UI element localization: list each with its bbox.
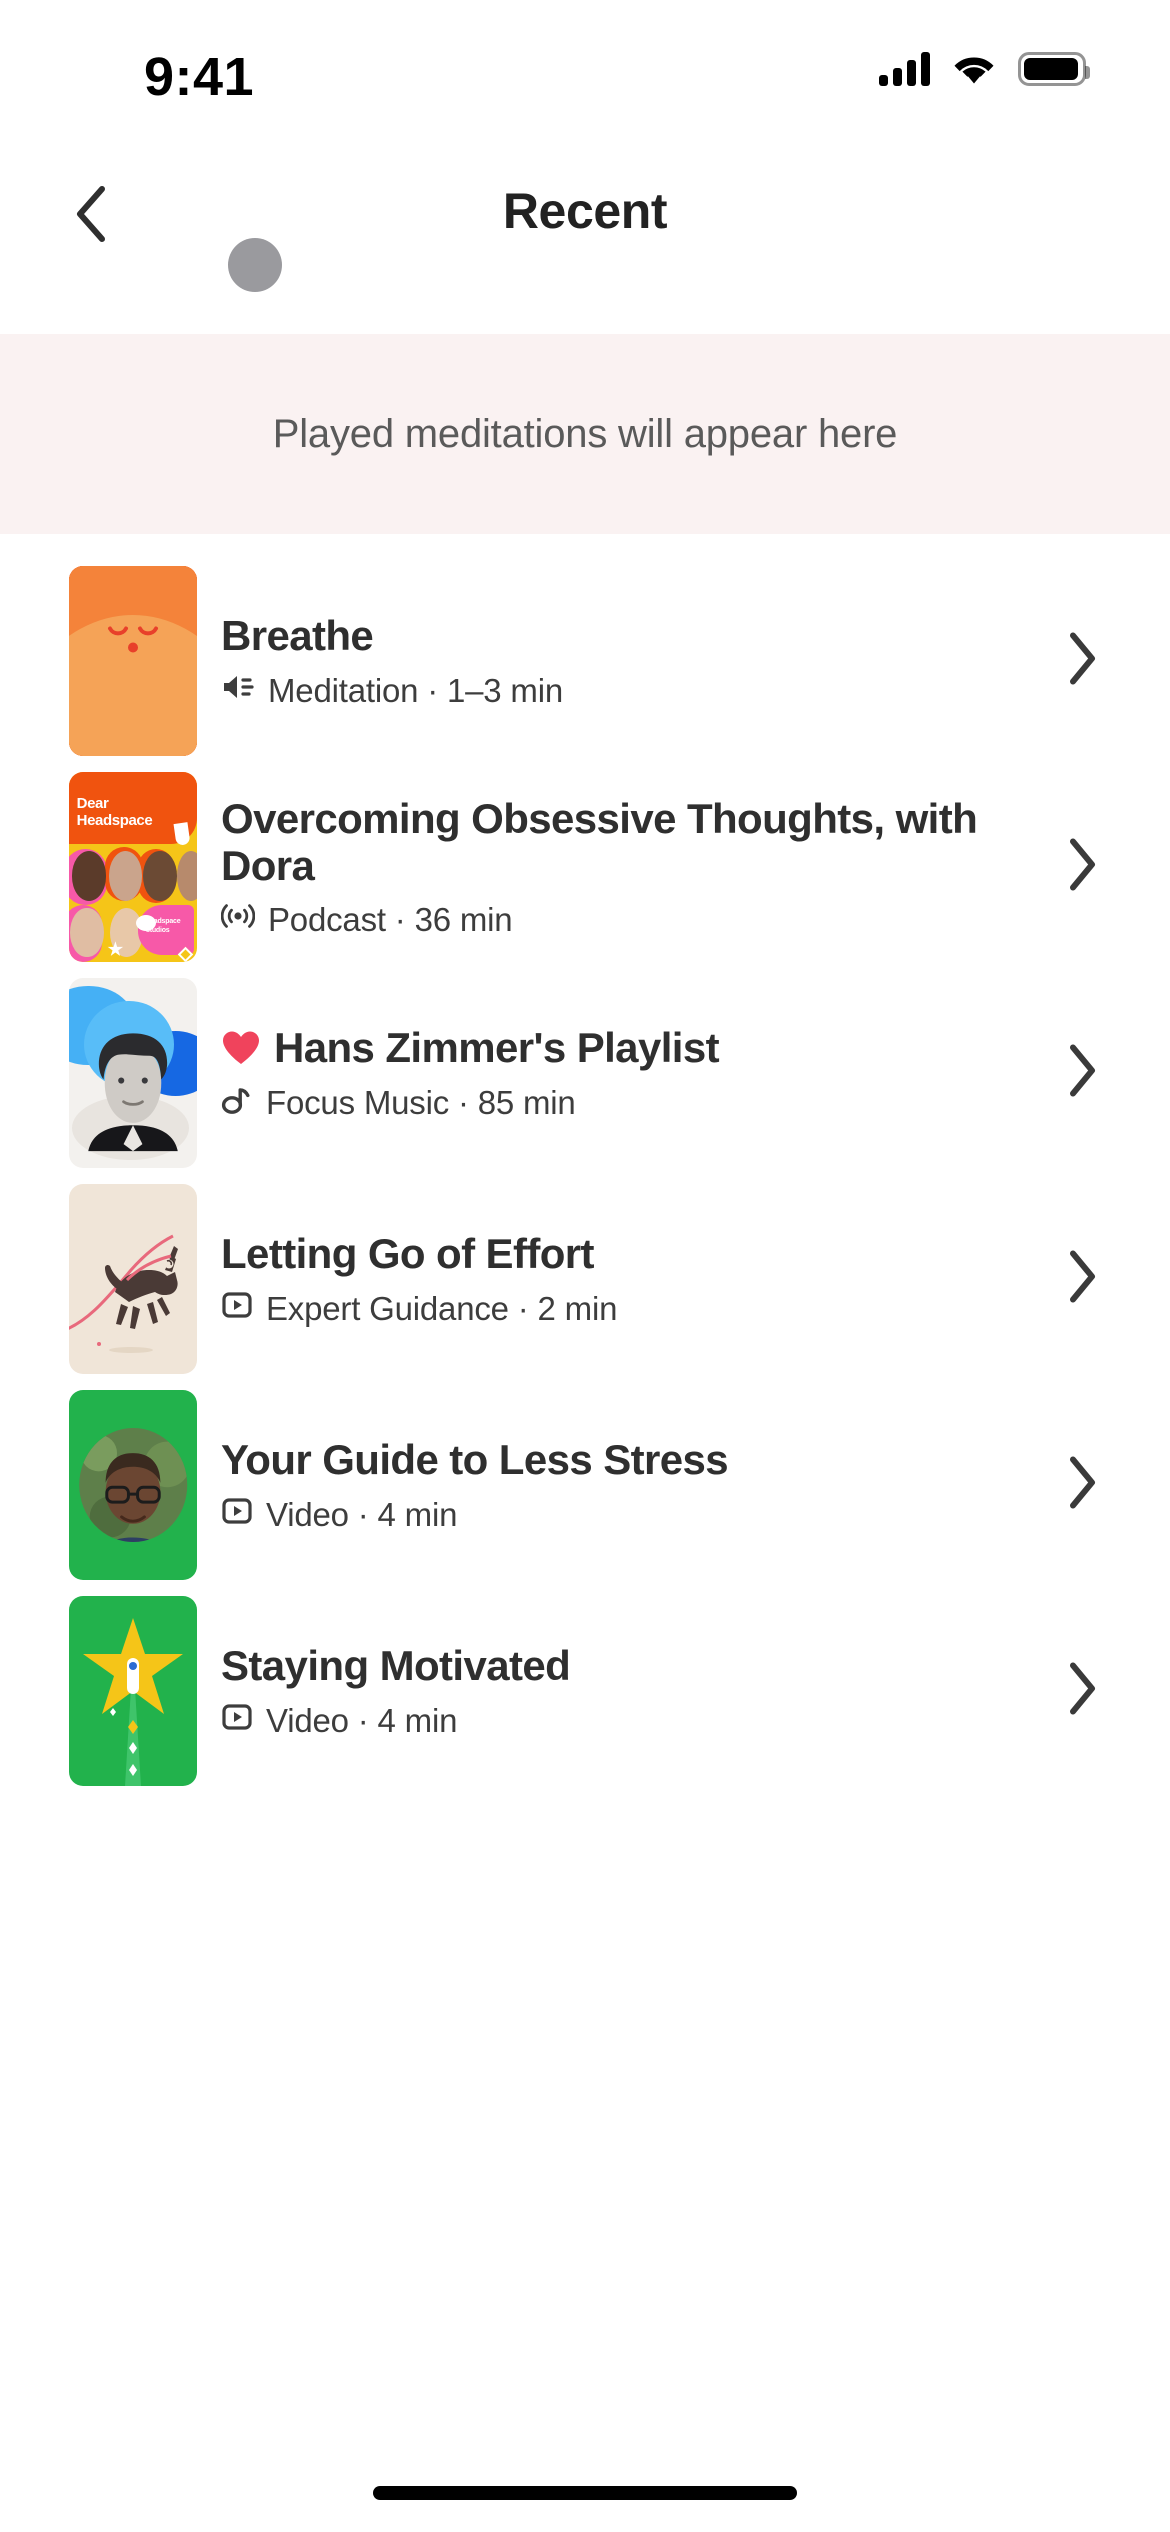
breathe-sunrise-face-art: [69, 566, 197, 756]
list-item[interactable]: Dear Headspace headspace studios Overcom…: [0, 764, 1170, 970]
hans-zimmer-portrait-art: [69, 978, 197, 1168]
chevron-right-icon[interactable]: [1068, 838, 1098, 897]
list-item[interactable]: Breathe Meditation · 1–3 min: [0, 558, 1170, 764]
app-screen: 9:41 Recent Played meditations will appe…: [0, 0, 1170, 2532]
list-item[interactable]: Your Guide to Less Stress Video · 4 min: [0, 1382, 1170, 1588]
chevron-right-icon[interactable]: [1068, 1250, 1098, 1309]
status-bar-time: 9:41: [144, 47, 255, 107]
list-item-title: Staying Motivated: [221, 1642, 571, 1690]
list-item-title: Breathe: [221, 612, 374, 660]
chevron-right-icon[interactable]: [1068, 632, 1098, 691]
list-item-text: Overcoming Obsessive Thoughts, with Dora…: [220, 795, 1170, 939]
gray-dot-indicator: [228, 238, 282, 292]
shooting-star-green-art: [69, 1596, 197, 1786]
heart-filled-icon: [221, 1030, 261, 1066]
list-item-subtitle-row: Video · 4 min: [221, 1496, 1040, 1534]
list-item-title: Your Guide to Less Stress: [221, 1436, 729, 1484]
list-item-subtitle-row: Meditation · 1–3 min: [221, 672, 1040, 710]
list-item-title-row: Hans Zimmer's Playlist: [221, 1024, 1040, 1071]
wifi-icon: [952, 53, 996, 85]
list-item-subtitle: Video · 4 min: [266, 1495, 458, 1533]
list-item-title: Letting Go of Effort: [221, 1230, 595, 1278]
speaker-waves-icon: [221, 672, 255, 710]
music-note-icon: [221, 1084, 253, 1122]
podcast-broadcast-icon: [220, 901, 256, 939]
empty-state-text: Played meditations will appear here: [272, 411, 898, 456]
list-item-title-row: Letting Go of Effort: [221, 1230, 1040, 1277]
thumbnail-title: Dear Headspace: [76, 794, 153, 829]
list-item-subtitle-row: Expert Guidance · 2 min: [221, 1290, 1040, 1328]
status-bar-icons: [879, 52, 1090, 86]
dear-headspace-podcast-art: Dear Headspace headspace studios: [69, 772, 197, 962]
list-item[interactable]: Hans Zimmer's Playlist Focus Music · 85 …: [0, 970, 1170, 1176]
list-item[interactable]: Letting Go of Effort Expert Guidance · 2…: [0, 1176, 1170, 1382]
list-item-subtitle: Focus Music · 85 min: [266, 1083, 576, 1121]
home-indicator-bar[interactable]: [373, 2486, 797, 2500]
list-item[interactable]: Staying Motivated Video · 4 min: [0, 1588, 1170, 1794]
video-play-icon: [221, 1290, 253, 1328]
chevron-right-icon[interactable]: [1068, 1044, 1098, 1103]
guide-portrait-green-art: [69, 1390, 197, 1580]
list-item-subtitle-row: Podcast · 36 min: [220, 901, 1040, 939]
battery-full-icon: [1018, 52, 1090, 86]
list-item-title-row: Breathe: [221, 612, 1040, 659]
horse-running-illustration: [69, 1184, 197, 1374]
list-item-title: Hans Zimmer's Playlist: [274, 1024, 720, 1072]
list-item-subtitle-row: Focus Music · 85 min: [221, 1084, 1040, 1122]
list-item-title-row: Staying Motivated: [221, 1642, 1040, 1689]
list-item-text: Your Guide to Less Stress Video · 4 min: [221, 1436, 1170, 1533]
list-item-text: Staying Motivated Video · 4 min: [221, 1642, 1170, 1739]
list-item-text: Breathe Meditation · 1–3 min: [221, 612, 1170, 709]
video-play-icon: [221, 1496, 253, 1534]
list-item-title-row: Your Guide to Less Stress: [221, 1436, 1040, 1483]
navigation-bar: Recent: [0, 152, 1170, 280]
signal-bars-icon: [879, 52, 930, 86]
chevron-right-icon[interactable]: [1068, 1456, 1098, 1515]
list-item-subtitle: Expert Guidance · 2 min: [266, 1289, 618, 1327]
list-item-subtitle: Meditation · 1–3 min: [268, 671, 563, 709]
chevron-right-icon[interactable]: [1068, 1662, 1098, 1721]
list-item-title: Overcoming Obsessive Thoughts, with Dora: [221, 794, 978, 889]
list-item-title-row: Overcoming Obsessive Thoughts, with Dora: [221, 795, 1040, 889]
empty-state-banner: Played meditations will appear here: [0, 334, 1170, 534]
status-bar: 9:41: [0, 0, 1170, 152]
list-item-text: Letting Go of Effort Expert Guidance · 2…: [221, 1230, 1170, 1327]
list-item-text: Hans Zimmer's Playlist Focus Music · 85 …: [221, 1024, 1170, 1121]
video-play-icon: [221, 1702, 253, 1740]
recent-list: Breathe Meditation · 1–3 min Dear Headsp…: [0, 558, 1170, 1794]
list-item-subtitle-row: Video · 4 min: [221, 1702, 1040, 1740]
page-title: Recent: [502, 183, 668, 239]
list-item-subtitle: Video · 4 min: [266, 1701, 458, 1739]
list-item-subtitle: Podcast · 36 min: [268, 901, 513, 939]
